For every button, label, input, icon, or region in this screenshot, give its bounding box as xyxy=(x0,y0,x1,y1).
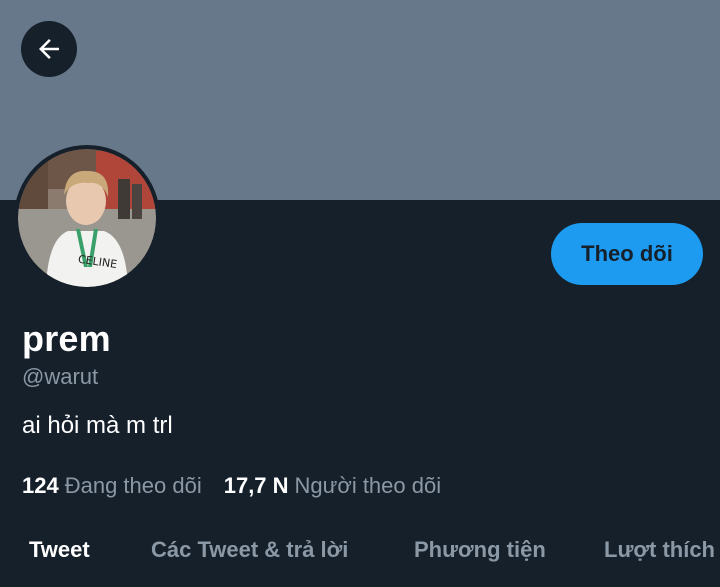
followers-label: Người theo dõi xyxy=(294,473,442,498)
tab-media[interactable]: Phương tiện xyxy=(414,537,546,563)
following-label: Đang theo dõi xyxy=(64,473,202,498)
follow-button[interactable]: Theo dõi xyxy=(551,223,703,285)
following-count: 124 xyxy=(22,473,59,498)
tab-tweets-replies[interactable]: Các Tweet & trả lời xyxy=(151,537,348,563)
profile-stats: 124 Đang theo dõi 17,7 N Người theo dõi xyxy=(22,473,441,499)
tab-tweets[interactable]: Tweet xyxy=(29,537,90,563)
profile-tabs: Tweet Các Tweet & trả lời Phương tiện Lư… xyxy=(0,520,720,587)
arrow-left-icon xyxy=(39,39,59,59)
avatar[interactable]: CELINE xyxy=(14,145,160,291)
followers-count: 17,7 N xyxy=(223,473,289,498)
user-handle: @warut xyxy=(22,364,99,389)
followers-stat[interactable]: 17,7 N Người theo dõi xyxy=(224,473,441,499)
profile-photo: CELINE xyxy=(18,149,156,287)
tab-likes[interactable]: Lượt thích xyxy=(604,537,715,563)
display-name: prem xyxy=(22,318,111,359)
profile-bio: ai hỏi mà m trl xyxy=(22,412,173,439)
back-button[interactable] xyxy=(21,21,77,77)
following-stat[interactable]: 124 Đang theo dõi xyxy=(22,473,202,499)
